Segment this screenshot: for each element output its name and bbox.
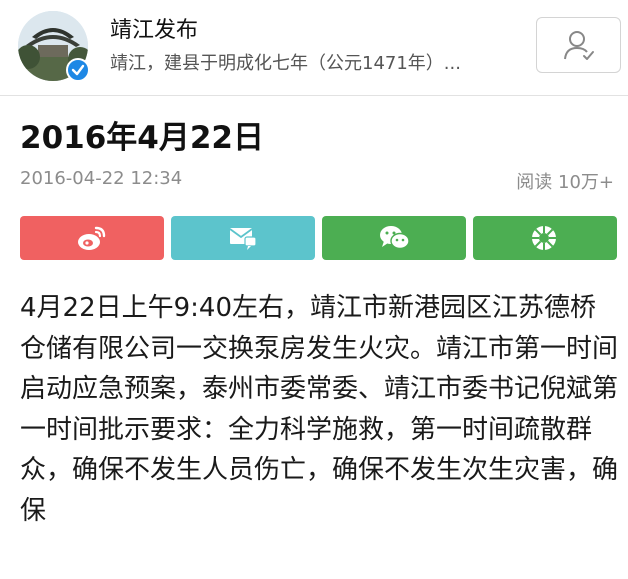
weibo-icon [78,226,106,250]
read-count: 阅读 10万+ [516,172,614,193]
message-icon [229,228,257,250]
share-bar [20,216,618,260]
share-moments-button[interactable] [473,216,617,260]
article-paragraph: 4月22日上午9:40左右，靖江市新港园区江苏德桥仓储有限公司一交换泵房发生火灾… [20,293,619,526]
wechat-icon [380,226,410,250]
user-check-icon [564,31,594,60]
article-title: 2016年4月22日 [20,120,264,156]
share-wechat-button[interactable] [322,216,466,260]
account-name[interactable]: 靖江发布 [110,12,198,44]
moments-icon [532,226,556,250]
account-header: 靖江发布 靖江，建县于明成化七年（公元1471年）... [0,0,628,96]
share-message-button[interactable] [171,216,315,260]
account-description: 靖江，建县于明成化七年（公元1471年）... [110,53,461,74]
article-date: 2016-04-22 12:34 [20,168,183,189]
share-weibo-button[interactable] [20,216,164,260]
follow-profile-button[interactable] [536,17,621,73]
article-body: 4月22日上午9:40左右，靖江市新港园区江苏德桥仓储有限公司一交换泵房发生火灾… [20,288,618,531]
verified-badge-icon [66,58,90,82]
